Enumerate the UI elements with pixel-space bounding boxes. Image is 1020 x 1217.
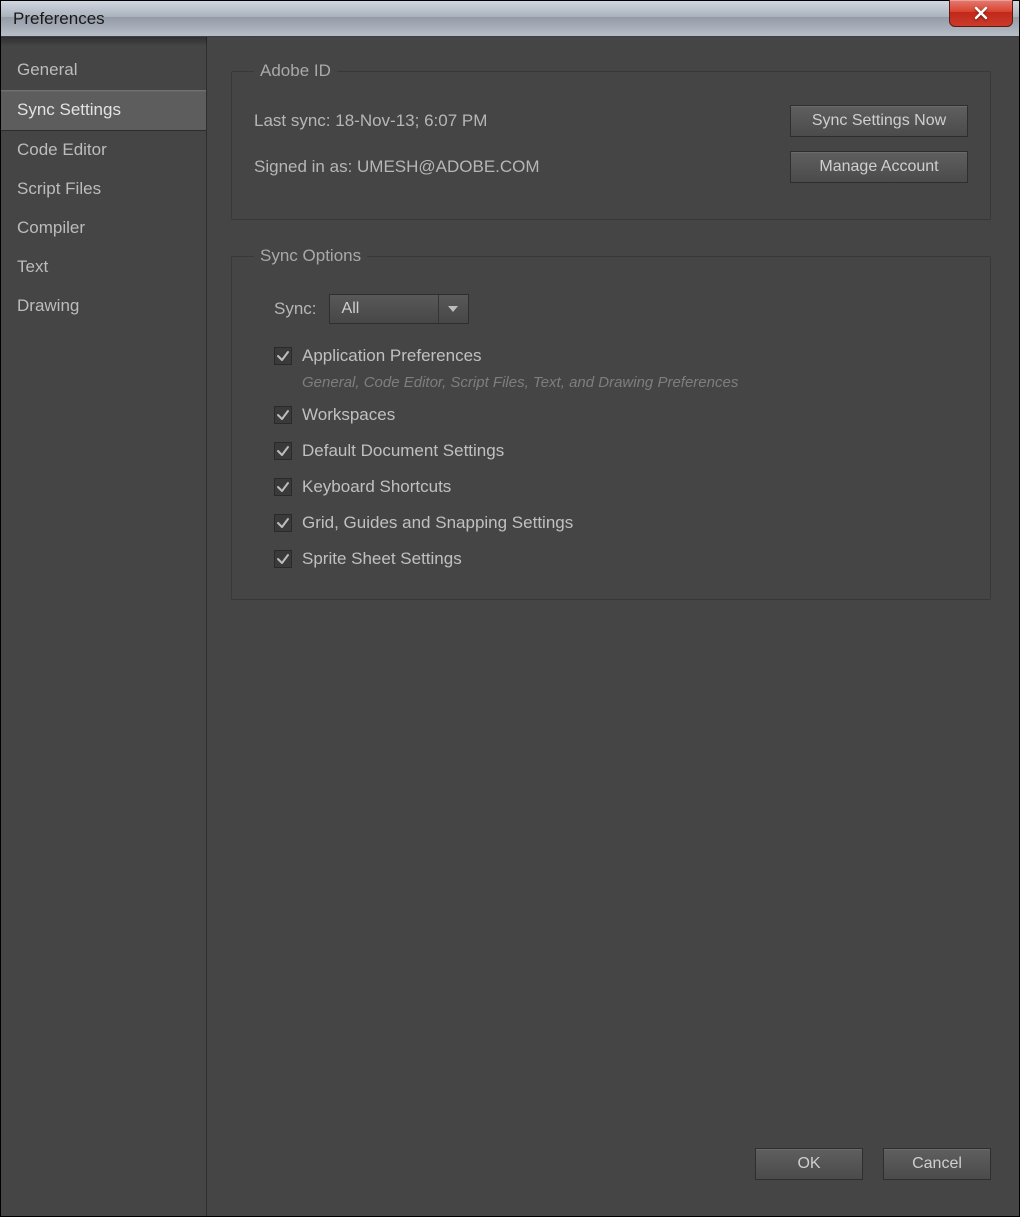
chevron-down-icon bbox=[438, 295, 468, 323]
sync-dropdown-value: All bbox=[330, 300, 438, 318]
ok-button[interactable]: OK bbox=[755, 1148, 863, 1180]
checkbox-label: Default Document Settings bbox=[302, 441, 504, 461]
checkbox-label: Grid, Guides and Snapping Settings bbox=[302, 513, 573, 533]
checkbox-keyboard-shortcuts[interactable] bbox=[274, 478, 292, 496]
sidebar-item-general[interactable]: General bbox=[1, 51, 206, 90]
cancel-button[interactable]: Cancel bbox=[883, 1148, 991, 1180]
sync-option-row: Default Document Settings bbox=[254, 433, 968, 469]
checkbox-subtext: General, Code Editor, Script Files, Text… bbox=[254, 374, 968, 397]
signed-in-text: Signed in as: UMESH@ADOBE.COM bbox=[254, 157, 540, 177]
dialog-footer: OK Cancel bbox=[231, 1138, 991, 1200]
sync-option-row: Application Preferences bbox=[254, 338, 968, 374]
window-title: Preferences bbox=[13, 9, 105, 29]
checkbox-grid-guides-and-snapping-settings[interactable] bbox=[274, 514, 292, 532]
sidebar-item-script-files[interactable]: Script Files bbox=[1, 170, 206, 209]
sync-option-row: Sprite Sheet Settings bbox=[254, 541, 968, 577]
adobe-id-legend: Adobe ID bbox=[254, 61, 337, 81]
checkbox-workspaces[interactable] bbox=[274, 406, 292, 424]
checkbox-label: Sprite Sheet Settings bbox=[302, 549, 462, 569]
checkbox-application-preferences[interactable] bbox=[274, 347, 292, 365]
checkbox-label: Application Preferences bbox=[302, 346, 482, 366]
sync-options-group: Sync Options Sync: All Application Prefe… bbox=[231, 246, 991, 600]
sidebar-item-code-editor[interactable]: Code Editor bbox=[1, 131, 206, 170]
sync-label: Sync: bbox=[274, 299, 317, 319]
checkbox-label: Keyboard Shortcuts bbox=[302, 477, 451, 497]
sidebar: GeneralSync SettingsCode EditorScript Fi… bbox=[1, 37, 207, 1216]
checkbox-sprite-sheet-settings[interactable] bbox=[274, 550, 292, 568]
sync-dropdown[interactable]: All bbox=[329, 294, 469, 324]
sync-settings-now-button[interactable]: Sync Settings Now bbox=[790, 105, 968, 137]
sync-option-row: Workspaces bbox=[254, 397, 968, 433]
close-button[interactable] bbox=[949, 0, 1013, 27]
last-sync-text: Last sync: 18-Nov-13; 6:07 PM bbox=[254, 111, 487, 131]
sync-option-row: Grid, Guides and Snapping Settings bbox=[254, 505, 968, 541]
sidebar-item-sync-settings[interactable]: Sync Settings bbox=[1, 90, 206, 131]
checkbox-label: Workspaces bbox=[302, 405, 395, 425]
adobe-id-group: Adobe ID Last sync: 18-Nov-13; 6:07 PM S… bbox=[231, 61, 991, 220]
sidebar-item-compiler[interactable]: Compiler bbox=[1, 209, 206, 248]
main-panel: Adobe ID Last sync: 18-Nov-13; 6:07 PM S… bbox=[207, 37, 1019, 1216]
manage-account-button[interactable]: Manage Account bbox=[790, 151, 968, 183]
sidebar-item-text[interactable]: Text bbox=[1, 248, 206, 287]
sidebar-item-drawing[interactable]: Drawing bbox=[1, 287, 206, 326]
checkbox-default-document-settings[interactable] bbox=[274, 442, 292, 460]
titlebar: Preferences bbox=[1, 1, 1019, 37]
sync-options-legend: Sync Options bbox=[254, 246, 367, 266]
close-icon bbox=[973, 5, 989, 21]
sync-option-row: Keyboard Shortcuts bbox=[254, 469, 968, 505]
